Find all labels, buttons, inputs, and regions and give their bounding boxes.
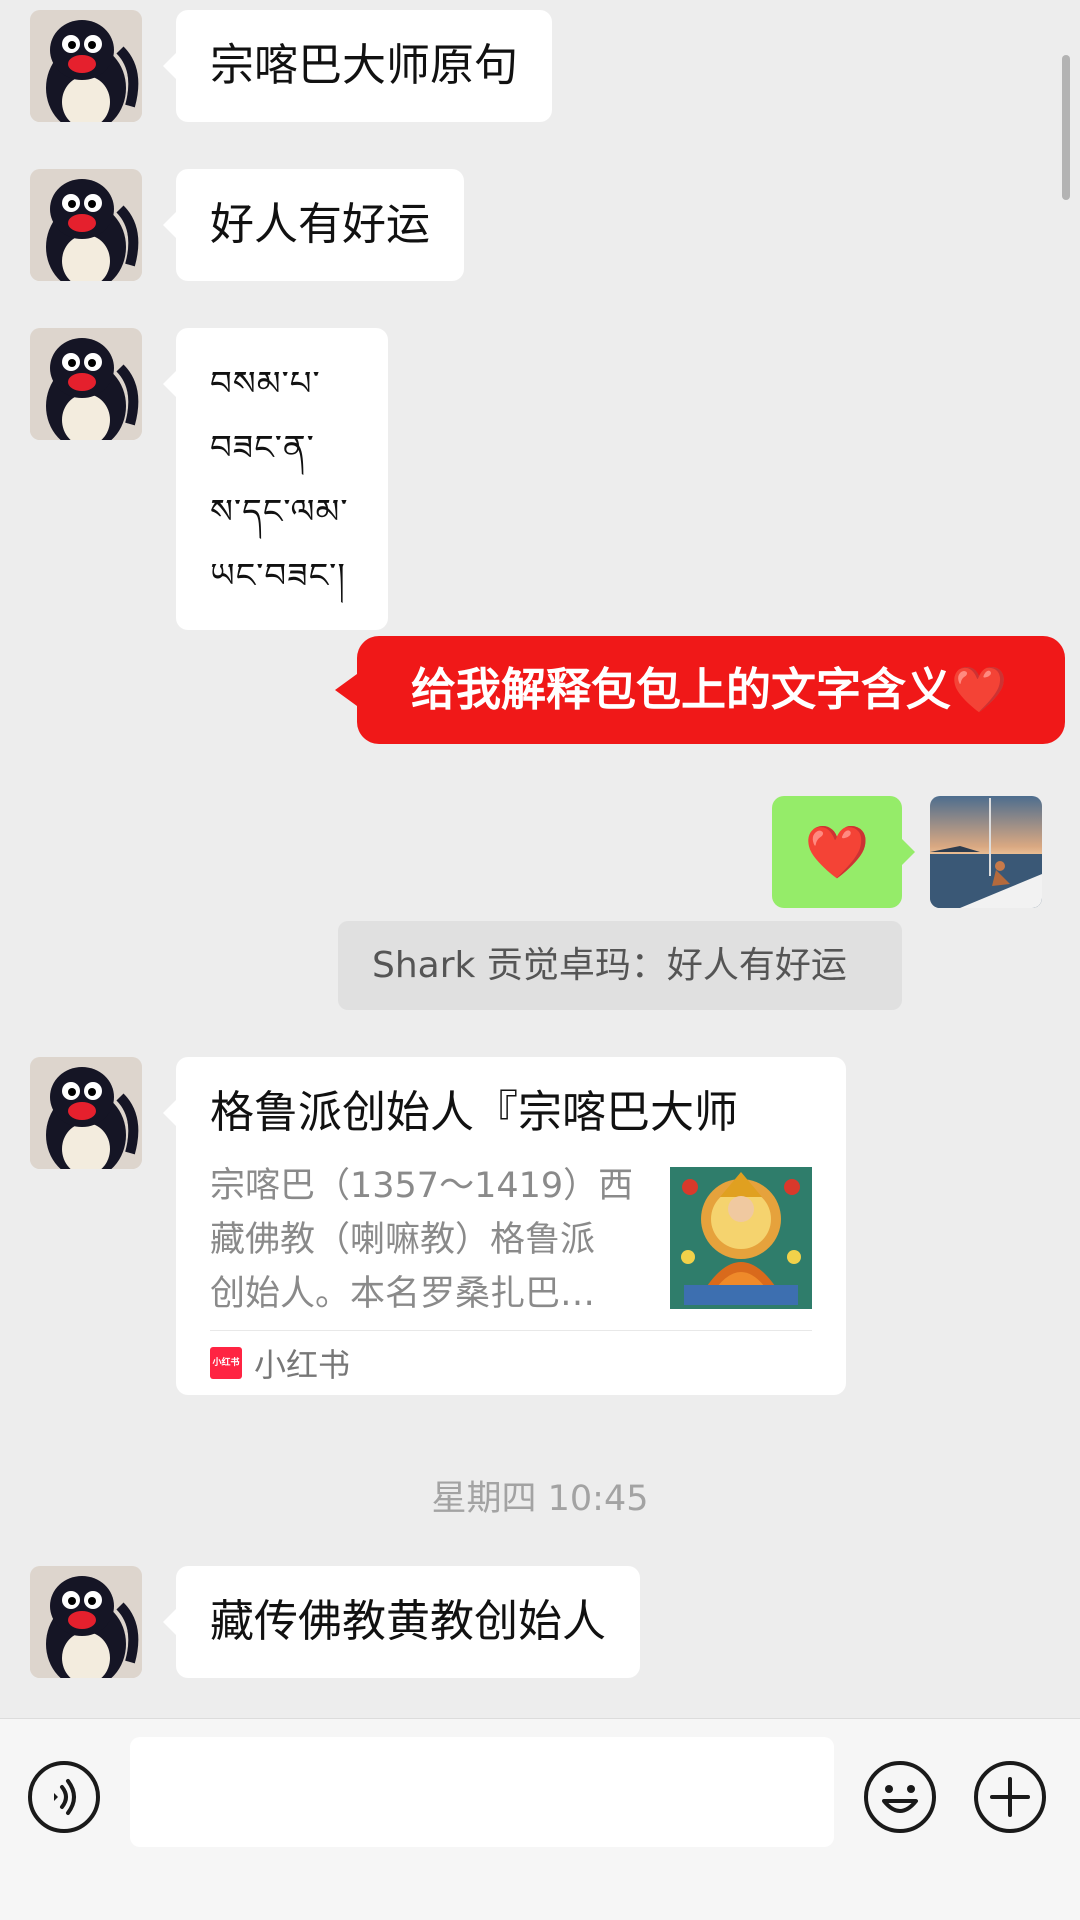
- link-card[interactable]: 格鲁派创始人『宗喀巴大师 宗喀巴（1357～1419）西 藏佛教（喇嘛教）格鲁派…: [163, 1057, 846, 1395]
- message-bubble[interactable]: 宗喀巴大师原句: [163, 10, 552, 122]
- contact-avatar[interactable]: [30, 10, 142, 122]
- link-card-desc-line: 藏佛教（喇嘛教）格鲁派: [210, 1220, 596, 1260]
- message-bubble[interactable]: 好人有好运: [163, 169, 464, 281]
- more-options-button[interactable]: [972, 1759, 1048, 1835]
- tibetan-line: ཡང་བཟང་།: [210, 556, 346, 596]
- scrollbar[interactable]: [1062, 55, 1070, 200]
- message-text: 好人有好运: [210, 199, 430, 250]
- xiaohongshu-logo-icon: 小红书: [210, 1347, 242, 1379]
- penguin-avatar-icon: [30, 1566, 142, 1678]
- penguin-avatar-icon: [30, 10, 142, 122]
- chat-timestamp: 星期四 10:45: [431, 1479, 649, 1519]
- contact-avatar[interactable]: [30, 1566, 142, 1678]
- highlight-message-bubble[interactable]: 给我解释包包上的文字含义❤️: [335, 636, 1065, 744]
- penguin-avatar-icon: [30, 169, 142, 281]
- contact-avatar[interactable]: [30, 328, 142, 440]
- link-card-source: 小红书: [254, 1346, 351, 1384]
- emoji-button[interactable]: [862, 1759, 938, 1835]
- heart-emoji: ❤️: [804, 822, 870, 883]
- chat-input-bar: [0, 1718, 1080, 1920]
- voice-button[interactable]: [26, 1759, 102, 1835]
- link-card-desc-line: 创始人。本名罗桑扎巴…: [210, 1274, 596, 1314]
- link-card-description: 宗喀巴（1357～1419）西 藏佛教（喇嘛教）格鲁派 创始人。本名罗桑扎巴…: [210, 1159, 646, 1321]
- tibetan-message-bubble[interactable]: བསམ་པ་ བཟང་ན་ ས་དང་ལམ་ ཡང་བཟང་།: [163, 328, 388, 630]
- contact-avatar[interactable]: [30, 169, 142, 281]
- link-card-desc-line: 宗喀巴（1357～1419）西: [210, 1166, 634, 1206]
- outgoing-message-bubble[interactable]: ❤️: [772, 796, 915, 908]
- voice-icon: [28, 1761, 100, 1833]
- message-bubble[interactable]: 藏传佛教黄教创始人: [163, 1566, 640, 1678]
- contact-avatar[interactable]: [30, 1057, 142, 1169]
- tibetan-line: བསམ་པ་: [210, 364, 321, 404]
- tibetan-line: ས་དང་ལམ་: [210, 492, 349, 532]
- penguin-avatar-icon: [30, 1057, 142, 1169]
- message-input[interactable]: [130, 1737, 834, 1847]
- quoted-message[interactable]: Shark 贡觉卓玛：好人有好运: [338, 921, 902, 1010]
- message-text: 宗喀巴大师原句: [210, 40, 518, 91]
- chat-screen: 宗喀巴大师原句 好人有好运 བསམ་པ་ བཟང་ན་ ས་དང་ལམ་ ཡང་…: [0, 0, 1080, 1920]
- link-card-body: 宗喀巴（1357～1419）西 藏佛教（喇嘛教）格鲁派 创始人。本名罗桑扎巴…: [210, 1159, 812, 1321]
- buddha-thangka-icon: [670, 1167, 812, 1309]
- quoted-text: Shark 贡觉卓玛：好人有好运: [372, 945, 847, 986]
- tibetan-line: བཟང་ན་: [210, 428, 315, 468]
- link-card-footer: 小红书 小红书: [210, 1330, 812, 1395]
- penguin-avatar-icon: [30, 328, 142, 440]
- sailboat-photo-icon: [930, 796, 1042, 908]
- link-card-title: 格鲁派创始人『宗喀巴大师: [210, 1087, 738, 1138]
- my-avatar[interactable]: [930, 796, 1042, 908]
- link-card-thumbnail: [670, 1167, 812, 1309]
- plus-icon: [974, 1761, 1046, 1833]
- highlight-message-text: 给我解释包包上的文字含义❤️: [411, 663, 1008, 716]
- message-text: 藏传佛教黄教创始人: [210, 1596, 606, 1647]
- emoji-icon: [864, 1761, 936, 1833]
